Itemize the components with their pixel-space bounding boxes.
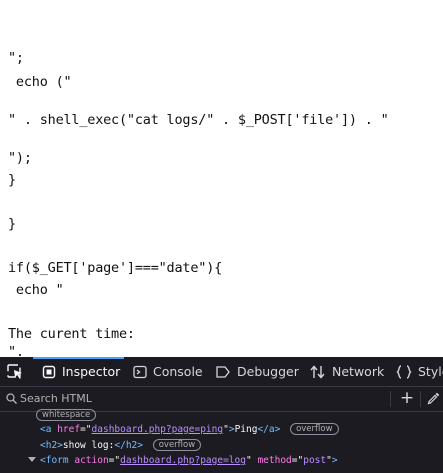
overflow-badge[interactable]: overflow [152, 439, 202, 451]
tab-label: Network [332, 364, 385, 379]
tag-close: </a> [257, 424, 281, 435]
tag-open: <form [40, 455, 69, 466]
devtools-toolbar: Inspector Console Debugger Network Styl [0, 357, 443, 387]
tab-network[interactable]: Network [310, 357, 384, 386]
console-icon [133, 365, 147, 378]
debugger-icon [216, 365, 230, 378]
code-line: ". [8, 344, 24, 357]
code-line: } [8, 216, 16, 232]
element-picker-icon[interactable] [4, 361, 26, 382]
code-line: The curent time: [8, 326, 135, 342]
tag-close: </h2> [114, 440, 143, 451]
eyedropper-icon[interactable] [427, 392, 440, 405]
code-line: "); [8, 150, 32, 166]
attr-name: href [57, 424, 81, 435]
tab-style-editor[interactable]: Style [396, 357, 443, 386]
tab-debugger[interactable]: Debugger [215, 357, 299, 386]
node-text: show log: [62, 440, 115, 451]
add-node-button[interactable]: + [399, 390, 415, 407]
tab-console[interactable]: Console [133, 357, 203, 386]
tree-row-h2[interactable]: <h2>show log:</h2> overflow [40, 439, 202, 452]
code-line: echo " [8, 282, 64, 298]
style-editor-icon [396, 364, 412, 379]
tab-label: Debugger [237, 364, 299, 379]
tab-label: Console [153, 364, 203, 379]
attr-value-link[interactable]: dashboard.php?page=ping [92, 424, 224, 435]
page-content: "; echo (" " . shell_exec("cat logs/" . … [0, 0, 443, 357]
tree-row-form[interactable]: <form action="dashboard.php?page=log" me… [40, 454, 338, 467]
code-line: echo (" [8, 74, 72, 90]
tree-row-whitespace[interactable]: whitespace [36, 409, 97, 422]
attr-value: post [303, 455, 327, 466]
tree-row-anchor[interactable]: <a href="dashboard.php?page=ping">Ping</… [40, 423, 339, 436]
search-html-input[interactable] [20, 390, 380, 407]
toolbar-divider [420, 391, 421, 407]
tab-inspector[interactable]: Inspector [33, 357, 124, 386]
markup-tree: whitespace <a href="dashboard.php?page=p… [0, 409, 443, 473]
code-line: " . shell_exec("cat logs/" . $_POST['fil… [8, 112, 389, 128]
attr-name: action [74, 455, 109, 466]
expand-toggle-icon[interactable] [28, 457, 36, 462]
tab-label: Style [418, 364, 443, 379]
code-line: "; [8, 50, 24, 66]
code-line: } [8, 172, 16, 188]
attr-name: method [257, 455, 292, 466]
toolbar-divider [390, 391, 391, 407]
attr-value-link[interactable]: dashboard.php?page=log [120, 455, 246, 466]
inspector-icon [42, 365, 56, 378]
network-icon [310, 364, 325, 379]
node-text: Ping [234, 424, 258, 435]
tag-open: <a [40, 424, 52, 435]
whitespace-badge[interactable]: whitespace [36, 409, 97, 421]
search-icon [6, 393, 17, 404]
overflow-badge[interactable]: overflow [290, 423, 339, 435]
tag-open: <h2> [40, 440, 63, 451]
tag-end: > [331, 455, 338, 466]
devtools-panel: Inspector Console Debugger Network Styl … [0, 357, 443, 473]
tab-label: Inspector [62, 364, 121, 379]
code-line: if($_GET['page']==="date"){ [8, 260, 223, 276]
